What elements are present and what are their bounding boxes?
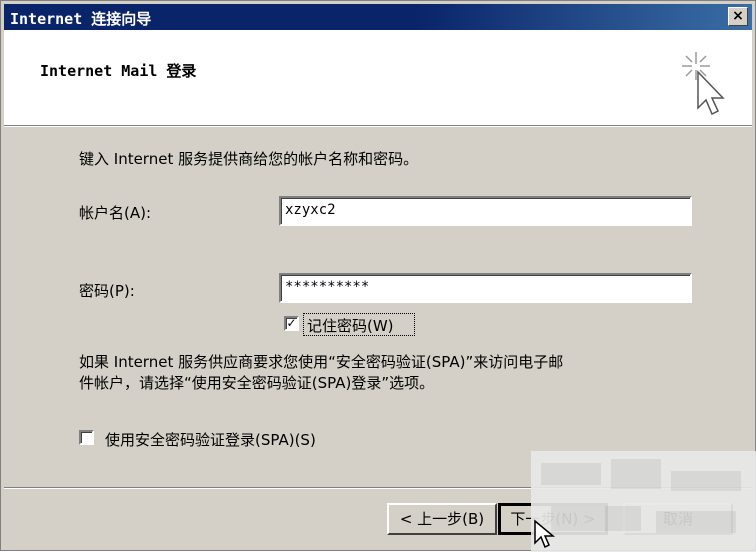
back-button[interactable]: < 上一步(B): [387, 503, 497, 535]
mouse-pointer-icon: [534, 519, 556, 549]
remember-password-label[interactable]: 记住密码(W): [307, 315, 394, 336]
wizard-header: Internet Mail 登录: [4, 30, 752, 126]
window-title: Internet 连接向导: [10, 10, 152, 28]
spa-note-line2: 件帐户，请选择“使用安全密码验证(SPA)登录”选项。: [79, 374, 435, 392]
page-title: Internet Mail 登录: [40, 62, 197, 80]
account-label: 帐户名(A):: [79, 204, 152, 222]
check-mark-icon: ✓: [286, 316, 297, 330]
blurred-watermark: [531, 451, 756, 552]
remember-password-checkbox[interactable]: ✓: [284, 316, 299, 331]
header-separator: [4, 125, 752, 127]
wizard-window: Internet 连接向导 × Internet Mail 登录 键入 Inte…: [0, 0, 756, 552]
account-input[interactable]: xzyxc2: [279, 196, 692, 226]
close-button[interactable]: ×: [728, 7, 748, 26]
instruction-text: 键入 Internet 服务提供商给您的帐户名称和密码。: [79, 150, 419, 168]
password-input[interactable]: **********: [279, 273, 692, 303]
password-label: 密码(P):: [79, 282, 135, 300]
spa-label[interactable]: 使用安全密码验证登录(SPA)(S): [105, 429, 316, 450]
close-icon: ×: [732, 8, 744, 24]
wizard-cursor-icon: [682, 52, 725, 116]
spa-checkbox[interactable]: [79, 430, 94, 445]
spa-note-line1: 如果 Internet 服务供应商要求您使用“安全密码验证(SPA)”来访问电子…: [79, 353, 564, 371]
title-bar[interactable]: Internet 连接向导 ×: [4, 4, 752, 30]
